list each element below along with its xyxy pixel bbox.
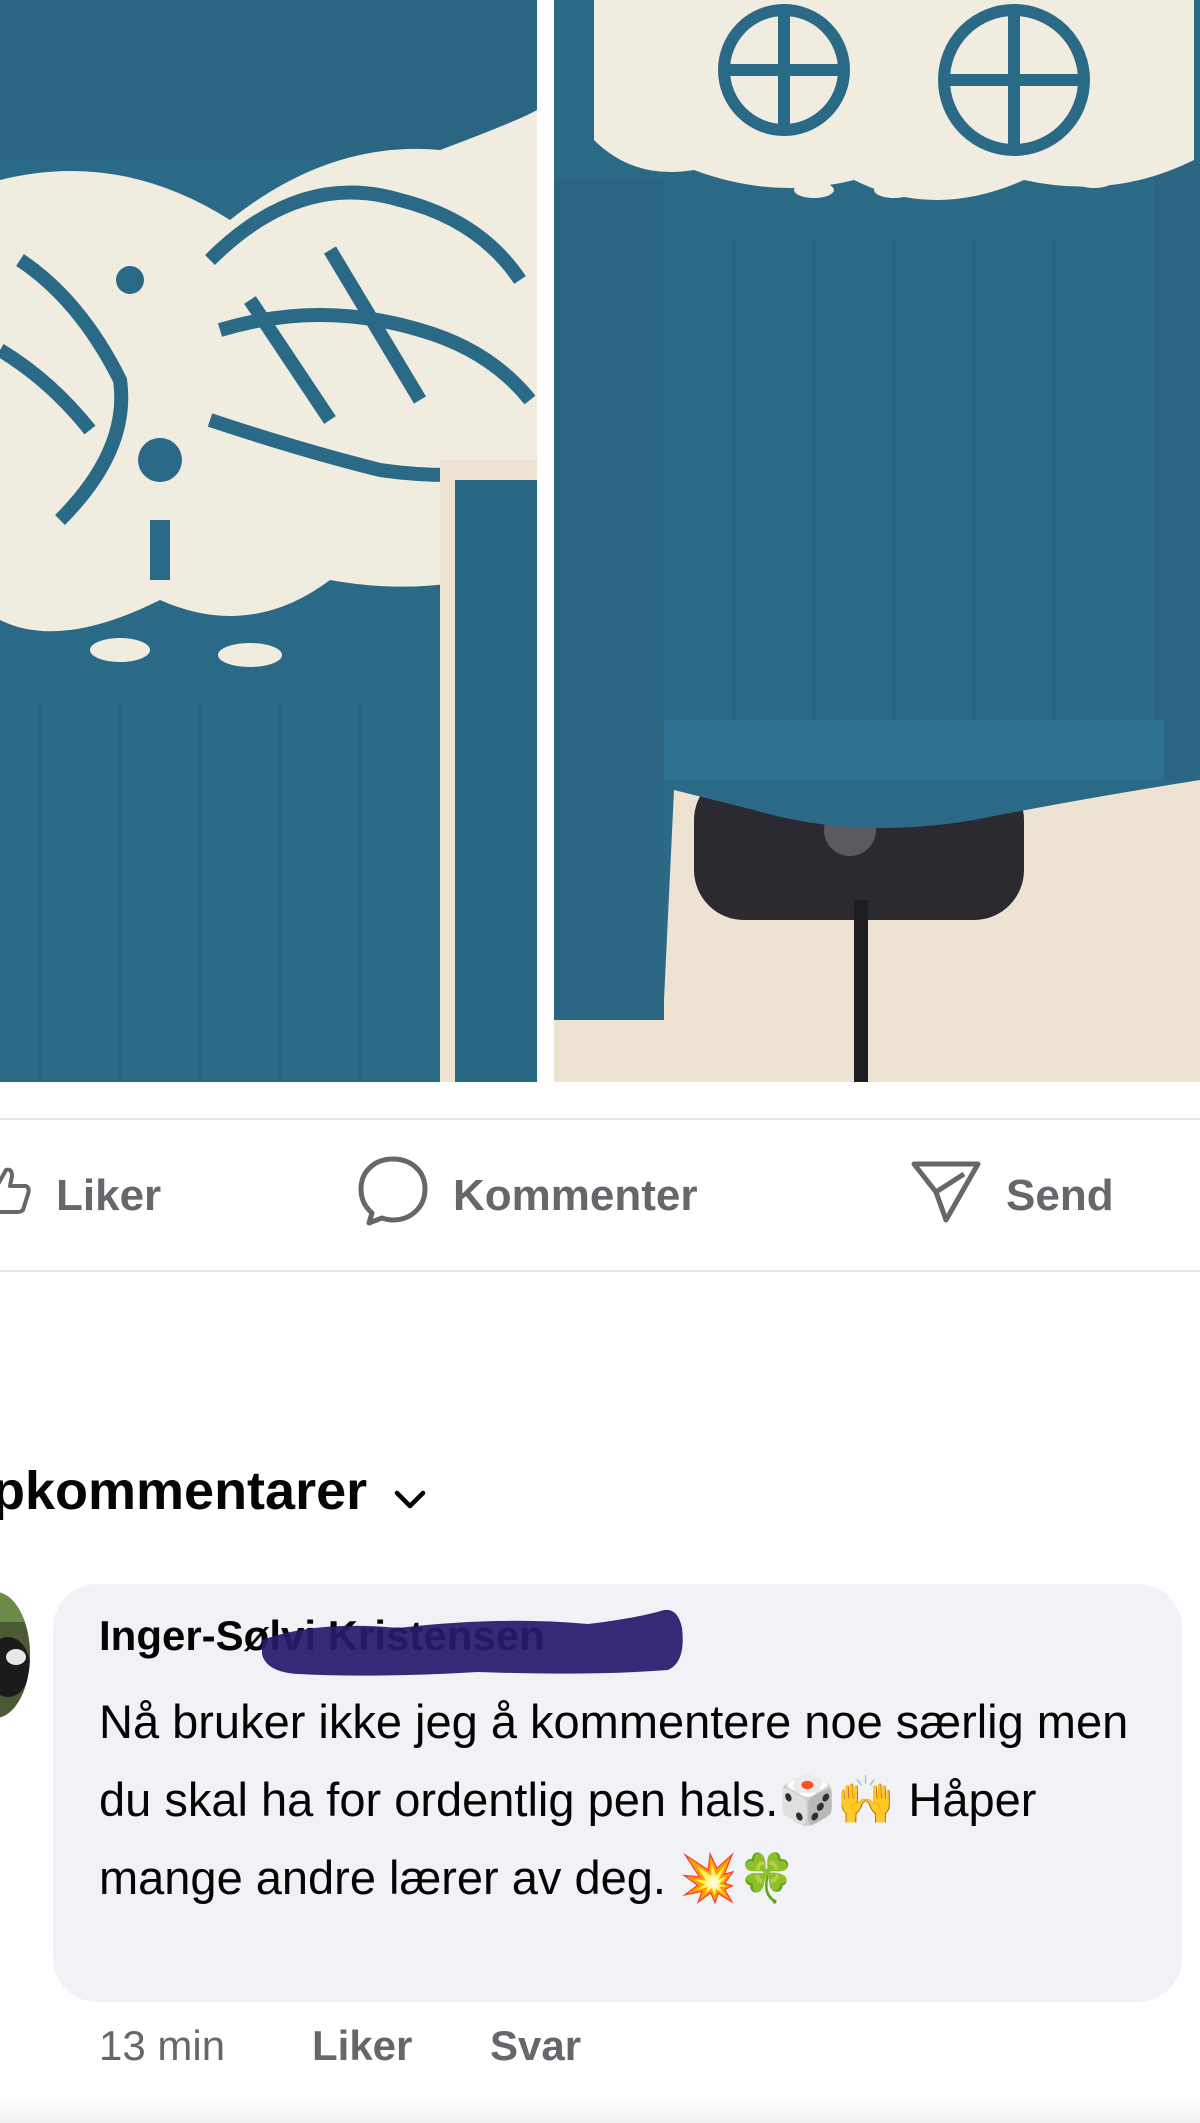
- speech-bubble-icon: [355, 1153, 431, 1240]
- comments-sort-label: pkommentarer: [0, 1461, 368, 1521]
- comment-text: Nå bruker ikke jeg å kommentere noe særl…: [99, 1695, 1129, 1904]
- sweater-mannequin-photo[interactable]: [554, 0, 1200, 1082]
- comment-reply-button[interactable]: Svar: [490, 2022, 581, 2070]
- send-button-label: Send: [1006, 1171, 1114, 1220]
- chevron-down-icon: [393, 1462, 427, 1524]
- action-bar-top-divider: [0, 1118, 1200, 1120]
- post-photo-grid: [0, 0, 1200, 1082]
- like-button[interactable]: Liker: [0, 1160, 161, 1232]
- comments-sort-dropdown[interactable]: pkommentarer: [0, 1458, 427, 1524]
- send-button[interactable]: Send: [908, 1160, 1114, 1232]
- sweater-closeup-illustration: [0, 0, 537, 1082]
- action-bar-bottom-divider: [0, 1270, 1200, 1272]
- comment-button[interactable]: Kommenter: [355, 1156, 698, 1232]
- send-icon: [908, 1156, 984, 1237]
- author-name-redaction-scribble: [262, 1609, 683, 1676]
- facebook-post-view: Liker Kommenter Send pkommentarer Inger-…: [0, 0, 1200, 2123]
- thumbs-up-icon: [0, 1164, 34, 1229]
- commenter-avatar[interactable]: [0, 1592, 30, 1718]
- comment-like-button[interactable]: Liker: [312, 2022, 412, 2070]
- sweater-closeup-photo[interactable]: [0, 0, 537, 1082]
- comment-timestamp: 13 min: [99, 2022, 226, 2069]
- comment-button-label: Kommenter: [453, 1171, 698, 1220]
- bottom-edge-fade: [0, 2098, 1200, 2123]
- sweater-mannequin-illustration: [554, 0, 1200, 1082]
- like-button-label: Liker: [56, 1171, 162, 1220]
